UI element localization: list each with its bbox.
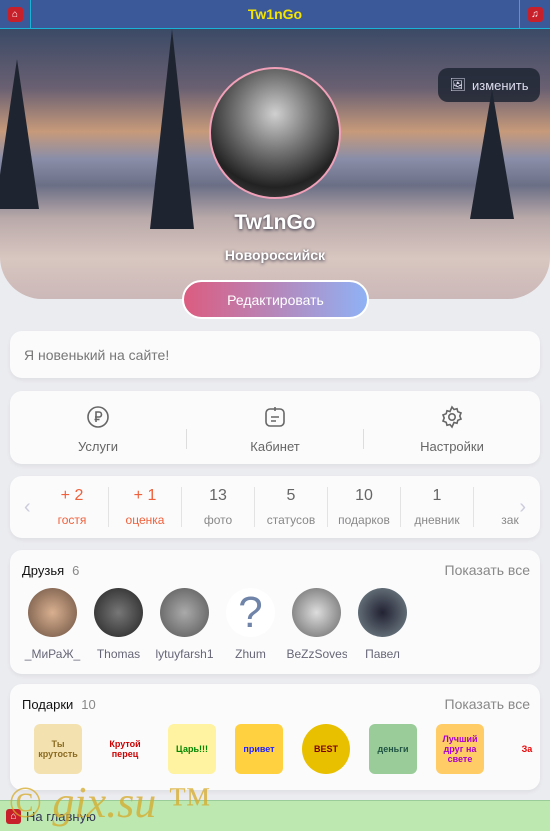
gifts-label: Подарки (22, 697, 74, 712)
stat-label: оценка (125, 513, 165, 527)
avatar[interactable] (209, 67, 341, 199)
home-link[interactable]: На главную (26, 809, 96, 824)
friends-card: Друзья 6 Показать все _МиРаЖ_ Thomas lytu… (10, 550, 540, 674)
top-bar: ⌂ Tw1nGo ♫ (0, 0, 550, 29)
gift-item[interactable]: Царь!!! (168, 724, 216, 774)
stat-label: фото (203, 513, 233, 527)
menu-services[interactable]: Услуги (10, 405, 186, 454)
menu-label: Настройки (420, 439, 484, 454)
stat-value: + 2 (60, 487, 84, 504)
gifts-show-all[interactable]: Показать все (445, 696, 530, 712)
home-icon: ⌂ (6, 808, 21, 824)
stat-value: 13 (209, 487, 227, 504)
status-text[interactable]: Я новенький на сайте! (10, 331, 540, 378)
stats-card: ‹ + 2 гостя + 1 оценка 13 фото 5 статусов 10… (10, 476, 540, 538)
friend-avatar (292, 588, 341, 637)
friends-show-all[interactable]: Показать все (445, 562, 530, 578)
friend-name: Thomas (96, 647, 141, 661)
friend-avatar (28, 588, 77, 637)
gifts-card: Подарки 10 Показать все Ты крутость Круто… (10, 684, 540, 790)
change-cover-label: изменить (471, 77, 529, 93)
image-plus-icon: 🖼 (449, 77, 466, 92)
profile-name: Tw1nGo (234, 211, 316, 234)
home-button[interactable]: ⌂ (0, 0, 31, 28)
gift-item[interactable]: Крутой перец (101, 724, 149, 774)
header-title: Tw1nGo (247, 6, 303, 22)
stat-value (474, 487, 540, 509)
stat-value: 10 (355, 487, 373, 504)
chevron-left-icon[interactable]: ‹ (24, 496, 31, 519)
friend-item[interactable]: ? Zhum (225, 588, 276, 661)
change-cover-button[interactable]: 🖼 изменить (438, 68, 540, 102)
clipboard-icon (265, 407, 285, 427)
menu-card: Услуги Кабинет Настройки (10, 391, 540, 464)
friend-avatar (358, 588, 407, 637)
stat-rating[interactable]: + 1 оценка (109, 487, 182, 527)
stat-gifts[interactable]: 10 подарков (328, 487, 401, 527)
stat-guests[interactable]: + 2 гостя (36, 487, 109, 527)
home-icon: ⌂ (7, 6, 23, 22)
gear-icon (441, 405, 463, 429)
friend-name: Zhum (235, 647, 266, 661)
gift-item[interactable]: BEST (302, 724, 350, 774)
friend-name: lytuyfarsh1 (155, 647, 214, 661)
friend-name: _МиРаЖ_ (24, 647, 81, 661)
stat-value: + 1 (133, 487, 157, 504)
gifts-title: Подарки 10 (22, 697, 96, 712)
gift-item[interactable]: деньги (369, 724, 417, 774)
friends-count: 6 (72, 563, 80, 578)
stat-label: подарков (338, 513, 390, 527)
menu-cabinet[interactable]: Кабинет (187, 405, 363, 454)
chevron-right-icon[interactable]: › (519, 496, 526, 519)
stat-statuses[interactable]: 5 статусов (255, 487, 328, 527)
stat-value: 5 (286, 487, 296, 504)
stat-label: статусов (266, 513, 316, 527)
edit-profile-button[interactable]: Редактировать (182, 280, 369, 319)
stat-label: зак (501, 513, 519, 527)
friend-item[interactable]: lytuyfarsh1 (155, 588, 214, 661)
profile-city: Новороссийск (224, 247, 326, 263)
music-icon: ♫ (527, 6, 543, 22)
friend-item[interactable]: Павел (357, 588, 408, 661)
gift-item[interactable]: За (503, 724, 540, 774)
friend-item[interactable]: BeZzSoves (287, 588, 347, 661)
ruble-icon (87, 406, 109, 428)
music-button[interactable]: ♫ (519, 0, 550, 28)
gift-item[interactable]: Ты крутость (34, 724, 82, 774)
stat-value: 1 (432, 487, 442, 504)
menu-settings[interactable]: Настройки (364, 405, 540, 454)
friend-avatar (160, 588, 209, 637)
friend-item[interactable]: Thomas (93, 588, 144, 661)
menu-label: Кабинет (250, 439, 300, 454)
stat-bookmarks[interactable]: зак (474, 487, 540, 527)
friend-avatar (94, 588, 143, 637)
gift-item[interactable]: Лучший друг на свете (436, 724, 484, 774)
stat-label: гостя (57, 513, 87, 527)
question-avatar-icon: ? (226, 588, 275, 637)
friends-label: Друзья (22, 563, 65, 578)
footer: ⌂ На главную (0, 800, 550, 831)
friend-name: BeZzSoves (286, 647, 347, 661)
stat-label: дневник (414, 513, 460, 527)
friend-name: Павел (365, 647, 400, 661)
stat-diary[interactable]: 1 дневник (401, 487, 474, 527)
gifts-count: 10 (81, 697, 96, 712)
menu-label: Услуги (78, 439, 118, 454)
friends-title: Друзья 6 (22, 563, 79, 578)
gift-item[interactable]: привет (235, 724, 283, 774)
friend-item[interactable]: _МиРаЖ_ (25, 588, 80, 661)
stat-photos[interactable]: 13 фото (182, 487, 255, 527)
